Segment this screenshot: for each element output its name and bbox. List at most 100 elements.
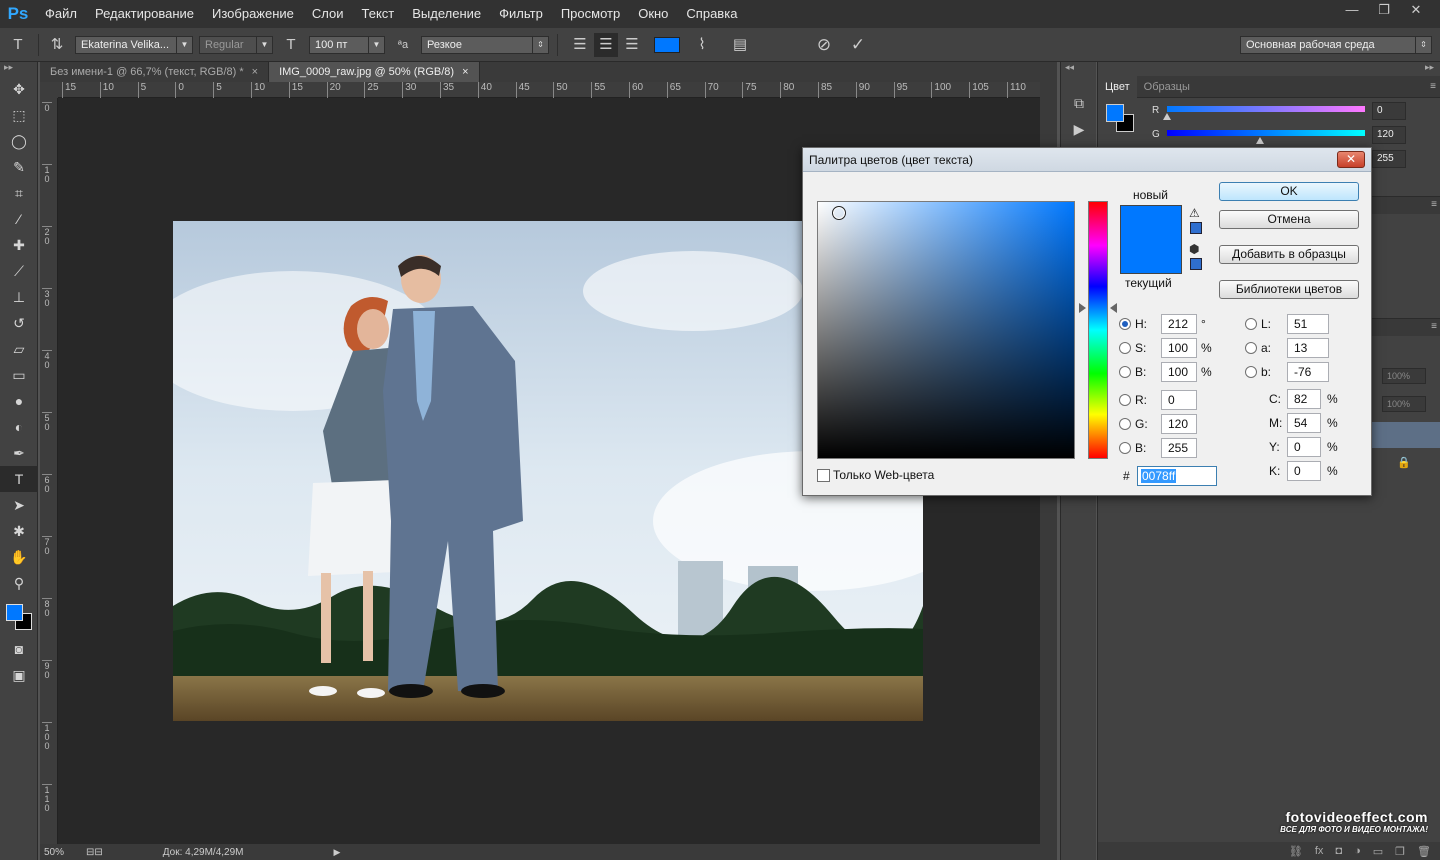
add-mask-icon[interactable]: ◘: [1335, 845, 1342, 857]
green-slider-thumb[interactable]: [1256, 137, 1265, 144]
foreground-color-swatch[interactable]: [6, 604, 23, 621]
zoom-tool-icon[interactable]: ⚲: [0, 570, 38, 596]
cancel-button[interactable]: Отмена: [1219, 210, 1359, 229]
panel-menu-icon[interactable]: ≡: [1431, 321, 1437, 332]
menu-type[interactable]: Текст: [353, 0, 404, 28]
clone-stamp-tool-icon[interactable]: ⊥: [0, 284, 38, 310]
ok-button[interactable]: OK: [1219, 182, 1359, 201]
collapse-icon[interactable]: ◂◂: [1061, 62, 1096, 76]
tab-untitled-1[interactable]: Без имени-1 @ 66,7% (текст, RGB/8) * ×: [40, 62, 270, 82]
dodge-tool-icon[interactable]: ◐: [0, 414, 38, 440]
antialias-select[interactable]: Резкое ⇕: [421, 35, 549, 54]
status-info-icon[interactable]: ⊟⊟: [86, 847, 103, 858]
menu-view[interactable]: Просмотр: [552, 0, 629, 28]
color-libraries-button[interactable]: Библиотеки цветов: [1219, 280, 1359, 299]
path-select-tool-icon[interactable]: ➤: [0, 492, 38, 518]
add-to-swatches-button[interactable]: Добавить в образцы: [1219, 245, 1359, 264]
brightness-radio[interactable]: [1119, 366, 1131, 378]
text-tool-preset-icon[interactable]: T: [6, 33, 30, 57]
shape-tool-icon[interactable]: ✱: [0, 518, 38, 544]
lasso-tool-icon[interactable]: ◯: [0, 128, 38, 154]
b-channel-input[interactable]: -76: [1287, 362, 1329, 382]
red-slider[interactable]: [1167, 106, 1365, 112]
green-slider[interactable]: [1167, 130, 1365, 136]
foreground-color-swatch[interactable]: [1106, 104, 1124, 122]
actions-panel-icon[interactable]: ▶: [1061, 116, 1097, 142]
hue-radio[interactable]: [1119, 318, 1131, 330]
character-panel-icon[interactable]: ▤: [728, 33, 752, 57]
color-picker-marker[interactable]: [832, 206, 846, 220]
saturation-input[interactable]: 100: [1161, 338, 1197, 358]
web-colors-only-checkbox[interactable]: [817, 469, 830, 482]
new-layer-icon[interactable]: ❐: [1395, 845, 1405, 858]
font-size-select[interactable]: 100 пт ▼: [309, 35, 385, 54]
type-tool-icon[interactable]: T: [0, 466, 38, 492]
gamut-swatch[interactable]: [1190, 222, 1202, 234]
menu-edit[interactable]: Редактирование: [86, 0, 203, 28]
close-tab-icon[interactable]: ×: [252, 66, 258, 78]
vertical-ruler[interactable]: 0 1 0 2 0 3 0 4 0 5 0 6 0 7 0 8 0 9 0 1 0 0 1 1 0: [40, 98, 58, 844]
font-family-select[interactable]: Ekaterina Velika... ▼: [75, 35, 193, 54]
horizontal-ruler[interactable]: 15 10 5 0 5 10 15 20 25 30 35 40 45 50 55 60 65 70 75 80 85 9…: [58, 82, 1040, 98]
text-orientation-icon[interactable]: ⇅: [45, 33, 69, 57]
menu-filter[interactable]: Фильтр: [490, 0, 552, 28]
hue-slider-left-arrow[interactable]: [1079, 303, 1086, 313]
green-radio[interactable]: [1119, 418, 1131, 430]
crop-tool-icon[interactable]: ⌗: [0, 180, 38, 206]
blue-radio[interactable]: [1119, 442, 1131, 454]
align-right-icon[interactable]: ☰: [620, 33, 644, 57]
menu-window[interactable]: Окно: [629, 0, 677, 28]
red-slider-thumb[interactable]: [1163, 113, 1171, 120]
blue-value-input[interactable]: 255: [1372, 150, 1406, 168]
healing-brush-tool-icon[interactable]: ✚: [0, 232, 38, 258]
pen-tool-icon[interactable]: ✒: [0, 440, 38, 466]
b-channel-radio[interactable]: [1245, 366, 1257, 378]
menu-select[interactable]: Выделение: [403, 0, 490, 28]
workspace-select[interactable]: Основная рабочая среда ⇕: [1240, 36, 1432, 54]
layer-style-icon[interactable]: fx: [1315, 845, 1324, 857]
align-center-icon[interactable]: ☰: [594, 32, 618, 57]
current-color-swatch[interactable]: [1120, 240, 1182, 274]
hue-input[interactable]: 212: [1161, 314, 1197, 334]
minimize-button[interactable]: —: [1336, 0, 1368, 20]
quick-mask-icon[interactable]: ◙: [0, 636, 38, 662]
restore-button[interactable]: ❐: [1368, 0, 1400, 20]
green-input[interactable]: 120: [1161, 414, 1197, 434]
menu-image[interactable]: Изображение: [203, 0, 303, 28]
saturation-brightness-field[interactable]: [817, 201, 1075, 459]
panel-menu-icon[interactable]: ≡: [1431, 199, 1437, 210]
hue-slider-right-arrow[interactable]: [1110, 303, 1117, 313]
cancel-edits-icon[interactable]: ⊘: [812, 33, 836, 57]
red-input[interactable]: 0: [1161, 390, 1197, 410]
tab-swatches[interactable]: Образцы: [1137, 76, 1197, 98]
link-layers-icon[interactable]: ⛓: [1289, 845, 1303, 858]
menu-layers[interactable]: Слои: [303, 0, 353, 28]
eyedropper-tool-icon[interactable]: ⁄: [0, 206, 38, 232]
gradient-tool-icon[interactable]: ▭: [0, 362, 38, 388]
commit-edits-icon[interactable]: ✓: [846, 33, 870, 57]
move-tool-icon[interactable]: ✥: [0, 76, 38, 102]
blue-input[interactable]: 255: [1161, 438, 1197, 458]
align-left-icon[interactable]: ☰: [568, 33, 592, 57]
red-value-input[interactable]: 0: [1372, 102, 1406, 120]
panel-menu-icon[interactable]: ≡: [1430, 81, 1436, 92]
close-tab-icon[interactable]: ×: [462, 66, 468, 78]
collapse-icon[interactable]: ▸▸: [0, 62, 37, 76]
close-dialog-button[interactable]: ✕: [1337, 151, 1365, 168]
quick-select-tool-icon[interactable]: ✎: [0, 154, 38, 180]
tab-color[interactable]: Цвет: [1098, 75, 1137, 98]
adjustment-layer-icon[interactable]: ◑: [1354, 845, 1361, 857]
fill-input[interactable]: 100%: [1382, 396, 1426, 412]
menu-file[interactable]: Файл: [36, 0, 86, 28]
screen-mode-icon[interactable]: ▣: [0, 662, 38, 688]
history-panel-icon[interactable]: ⧉: [1061, 90, 1097, 116]
magenta-input[interactable]: 54: [1287, 413, 1321, 433]
warp-text-icon[interactable]: ⌇: [690, 33, 714, 57]
blur-tool-icon[interactable]: ●: [0, 388, 38, 414]
a-channel-radio[interactable]: [1245, 342, 1257, 354]
dialog-title-bar[interactable]: Палитра цветов (цвет текста) ✕: [803, 148, 1371, 172]
brightness-input[interactable]: 100: [1161, 362, 1197, 382]
saturation-radio[interactable]: [1119, 342, 1131, 354]
a-channel-input[interactable]: 13: [1287, 338, 1329, 358]
collapse-icon[interactable]: ▸▸: [1098, 62, 1440, 76]
